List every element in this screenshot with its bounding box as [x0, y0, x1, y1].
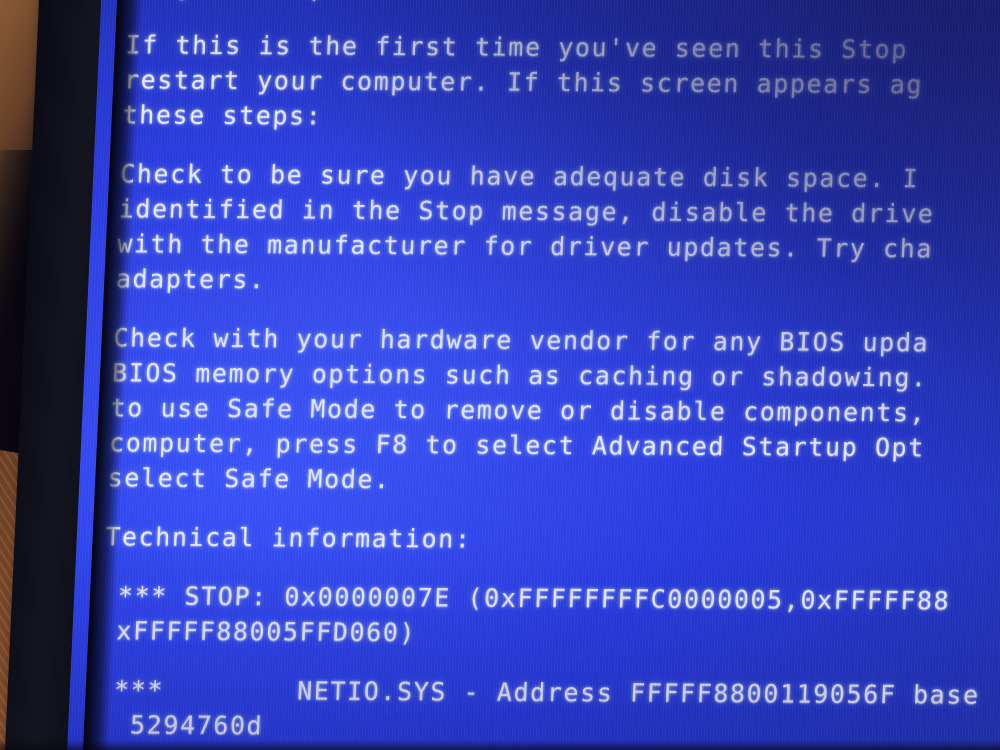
monitor-screen: A problem has been detected and Windows … [65, 0, 1000, 750]
photo-bottom-edge [0, 740, 1000, 750]
bsod-photograph: A problem has been detected and Windows … [0, 0, 1000, 750]
bsod-message-text: A problem has been detected and Windows … [90, 0, 1000, 750]
